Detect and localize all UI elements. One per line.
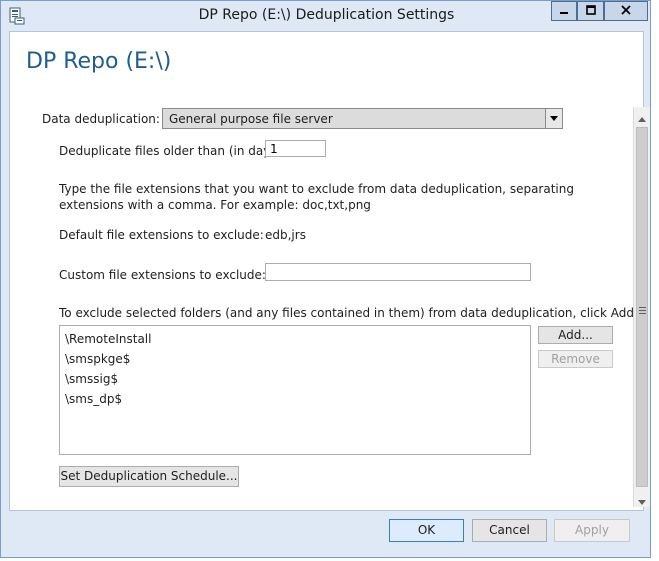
add-folder-button[interactable]: Add... [538, 326, 613, 344]
title-bar[interactable]: DP Repo (E:\) Deduplication Settings [1, 1, 652, 31]
close-button[interactable] [604, 1, 648, 21]
older-than-label: Deduplicate files older than (in days): [59, 144, 286, 158]
vertical-scrollbar[interactable] [633, 107, 650, 507]
list-item[interactable]: \smssig$ [65, 372, 118, 386]
set-schedule-button[interactable]: Set Deduplication Schedule... [59, 466, 239, 487]
extensions-instruction-line-1: Type the file extensions that you want t… [59, 182, 574, 196]
minimize-icon [559, 4, 569, 18]
excluded-folders-list[interactable]: \RemoteInstall \smspkge$ \smssig$ \sms_d… [59, 325, 531, 455]
folders-instruction: To exclude selected folders (and any fil… [59, 306, 638, 320]
grip-icon [639, 303, 646, 317]
list-item[interactable]: \smspkge$ [65, 352, 130, 366]
remove-folder-button[interactable]: Remove [538, 350, 613, 368]
scroll-up-icon[interactable] [638, 112, 646, 126]
maximize-button[interactable] [577, 1, 604, 21]
custom-extensions-input[interactable] [265, 263, 531, 281]
default-extensions-label: Default file extensions to exclude: [59, 228, 264, 242]
older-than-days-input[interactable] [265, 140, 326, 157]
ok-button[interactable]: OK [389, 519, 464, 542]
list-item[interactable]: \sms_dp$ [65, 392, 122, 406]
dedup-type-select[interactable]: General purpose file server [162, 108, 563, 129]
cancel-button[interactable]: Cancel [472, 519, 547, 542]
default-extensions-value: edb,jrs [265, 228, 306, 242]
dedup-label: Data deduplication: [42, 112, 160, 126]
page-title: DP Repo (E:\) [26, 49, 172, 74]
scrollbar-thumb[interactable] [636, 127, 648, 487]
extensions-instruction-line-2: extensions with a comma. For example: do… [59, 198, 371, 212]
dialog-window: DP Repo (E:\) Deduplication Settings DP … [0, 0, 651, 558]
scroll-down-icon[interactable] [638, 495, 646, 509]
background-edge [651, 0, 659, 561]
list-item[interactable]: \RemoteInstall [65, 332, 151, 346]
apply-button[interactable]: Apply [554, 519, 630, 542]
minimize-button[interactable] [551, 1, 577, 21]
dropdown-arrow-icon[interactable] [545, 109, 562, 128]
maximize-icon [585, 4, 596, 18]
custom-extensions-label: Custom file extensions to exclude: [59, 268, 266, 282]
close-icon [621, 4, 631, 18]
dedup-type-value: General purpose file server [169, 112, 333, 126]
